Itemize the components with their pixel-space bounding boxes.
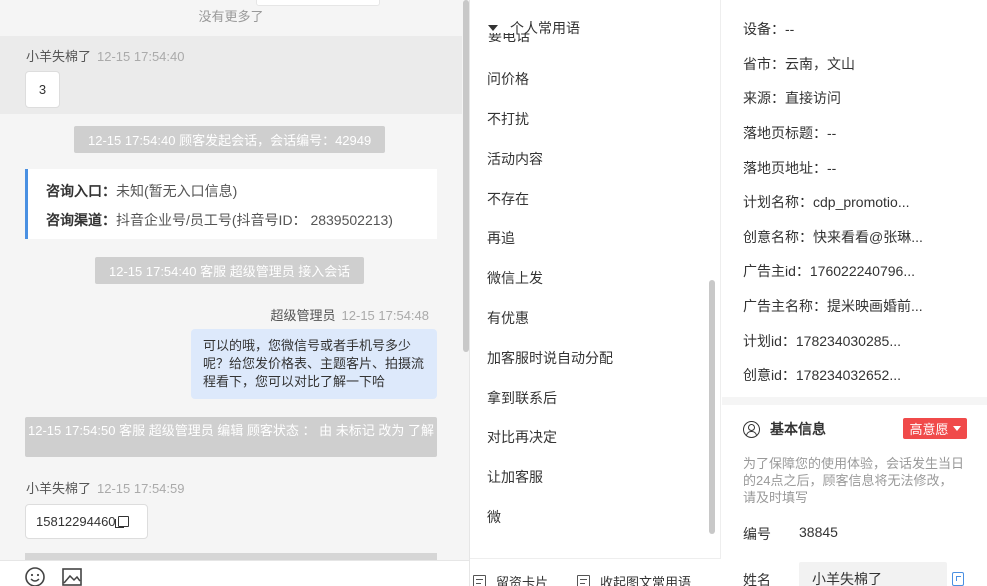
info-advertiser-id: 广告主id：176022240796... xyxy=(743,263,915,279)
id-label: 编号 xyxy=(743,526,771,542)
intent-dropdown[interactable]: 高意愿 xyxy=(903,418,967,439)
consult-channel-label: 咨询渠道： xyxy=(46,212,116,228)
phrase-panel: 要电话 个人常用语 问价格 不打扰 活动内容 不存在 再追 微信上发 有优惠 加… xyxy=(470,0,721,586)
info-source: 来源：直接访问 xyxy=(743,90,841,106)
consult-entry-row: 咨询入口：未知(暂无入口信息) xyxy=(46,177,437,206)
basic-info-title: 基本信息 xyxy=(770,421,826,437)
message-sender: 小羊失棉了 12-15 17:54:40 xyxy=(26,46,184,65)
consult-entry-value: 未知(暂无入口信息) xyxy=(116,183,238,199)
phrase-group-label: 个人常用语 xyxy=(510,20,580,36)
system-message: 12-15 17:54:40 客服 超级管理员 接入会话 xyxy=(95,257,365,284)
consult-info-card: 咨询入口：未知(暂无入口信息) 咨询渠道：抖音企业号/员工号(抖音号ID： 28… xyxy=(25,169,437,239)
phrase-group-header[interactable]: 个人常用语 xyxy=(488,18,580,38)
chat-scrollbar[interactable] xyxy=(463,0,469,352)
info-plan-name: 计划名称：cdp_promotio... xyxy=(743,194,910,210)
basic-info-header: 基本信息 xyxy=(743,419,826,439)
consult-channel-row: 咨询渠道：抖音企业号/员工号(抖音号ID： 2839502213) xyxy=(46,206,437,235)
agent-message-sender: 超级管理员 12-15 17:54:48 xyxy=(271,305,429,324)
message-sender: 小羊失棉了 12-15 17:54:59 xyxy=(26,478,184,497)
name-label: 姓名 xyxy=(743,572,771,586)
message-time: 12-15 17:54:59 xyxy=(97,481,185,496)
phrase-item[interactable]: 微信上发 xyxy=(487,268,543,288)
copy-icon[interactable] xyxy=(952,572,964,586)
document-icon xyxy=(473,575,486,586)
consult-entry-label: 咨询入口： xyxy=(46,183,116,199)
status-change-message: 12-15 17:54:50 客服 超级管理员 编辑 顾客状态 ： 由 未标记 … xyxy=(25,417,437,457)
phrase-item[interactable]: 再追 xyxy=(487,228,515,248)
message-time: 12-15 17:54:48 xyxy=(341,308,429,323)
copy-icon[interactable] xyxy=(114,516,129,528)
info-advertiser-name: 广告主名称：提米映画婚前... xyxy=(743,298,923,314)
phrase-item[interactable]: 加客服时说自动分配 xyxy=(487,348,613,368)
info-device: 设备：-- xyxy=(743,21,795,37)
image-icon[interactable] xyxy=(61,566,83,586)
phrase-item[interactable]: 对比再决定 xyxy=(487,427,557,447)
name-field[interactable]: 小羊失棉了 xyxy=(799,562,947,586)
sender-name: 小羊失棉了 xyxy=(26,49,92,64)
caret-down-icon xyxy=(952,426,961,431)
id-value: 38845 xyxy=(799,524,838,540)
info-creative-id: 创意id：178234032652... xyxy=(743,367,901,383)
customer-message-bubble[interactable]: 15812294460 xyxy=(25,504,148,539)
system-message: 12-15 17:54:40 顾客发起会话，会话编号：42949 xyxy=(74,126,386,153)
collapse-phrases-button[interactable]: 收起图文常用语 xyxy=(577,572,691,586)
document-icon xyxy=(577,575,590,586)
intent-value: 高意愿 xyxy=(909,422,949,437)
message-text: 15812294460 xyxy=(36,514,116,529)
smiley-icon[interactable] xyxy=(24,566,46,586)
section-divider xyxy=(722,397,987,405)
customer-message-bubble[interactable]: 3 xyxy=(25,71,60,108)
phrase-item[interactable]: 有优惠 xyxy=(487,308,529,328)
consult-channel-value: 抖音企业号/员工号(抖音号ID： 2839502213) xyxy=(116,212,393,228)
sender-name: 小羊失棉了 xyxy=(26,481,92,496)
message-text: 3 xyxy=(38,82,47,97)
phrase-item[interactable]: 不打扰 xyxy=(487,109,529,129)
chat-workspace: 没有更多了 小羊失棉了 12-15 17:54:40 3 12-15 17:54:… xyxy=(0,0,987,586)
phrase-item[interactable]: 问价格 xyxy=(487,69,529,89)
info-creative-name: 创意名称：快来看看@张琳... xyxy=(743,229,923,245)
phrase-item[interactable]: 让加客服 xyxy=(487,467,543,487)
phrase-scrollbar[interactable] xyxy=(709,280,715,534)
phrase-item[interactable]: 不存在 xyxy=(487,189,529,209)
info-landing-url: 落地页地址：-- xyxy=(743,160,837,176)
info-region: 省市：云南，文山 xyxy=(743,56,855,72)
edit-notice: 为了保障您的使用体验，会话发生当日的24点之后，顾客信息将无法修改，请及时填写 xyxy=(743,456,965,505)
user-icon xyxy=(743,420,760,438)
agent-message-bubble[interactable]: 可以的哦，您微信号或者手机号多少呢？给您发价格表、主题客片、拍摄流程看下，您可以… xyxy=(191,329,437,399)
phrase-item[interactable]: 活动内容 xyxy=(487,149,543,169)
agent-name: 超级管理员 xyxy=(270,308,336,323)
info-plan-id: 计划id：178234030285... xyxy=(743,333,901,349)
info-landing-title: 落地页标题：-- xyxy=(743,125,837,141)
caret-down-icon xyxy=(488,25,498,31)
lead-card-button[interactable]: 留资卡片 xyxy=(473,572,548,586)
phrase-item[interactable]: 拿到联系后 xyxy=(487,388,557,408)
message-list[interactable]: 没有更多了 小羊失棉了 12-15 17:54:40 3 12-15 17:54:… xyxy=(0,0,462,560)
next-message-stub xyxy=(25,553,437,560)
message-time: 12-15 17:54:40 xyxy=(97,49,185,64)
lead-card-label: 留资卡片 xyxy=(496,575,549,586)
chat-panel: 没有更多了 小羊失棉了 12-15 17:54:40 3 12-15 17:54:… xyxy=(0,0,470,586)
collapse-phrases-label: 收起图文常用语 xyxy=(600,575,692,586)
no-more-text: 没有更多了 xyxy=(198,9,264,24)
phrase-item[interactable]: 微 xyxy=(487,507,501,527)
